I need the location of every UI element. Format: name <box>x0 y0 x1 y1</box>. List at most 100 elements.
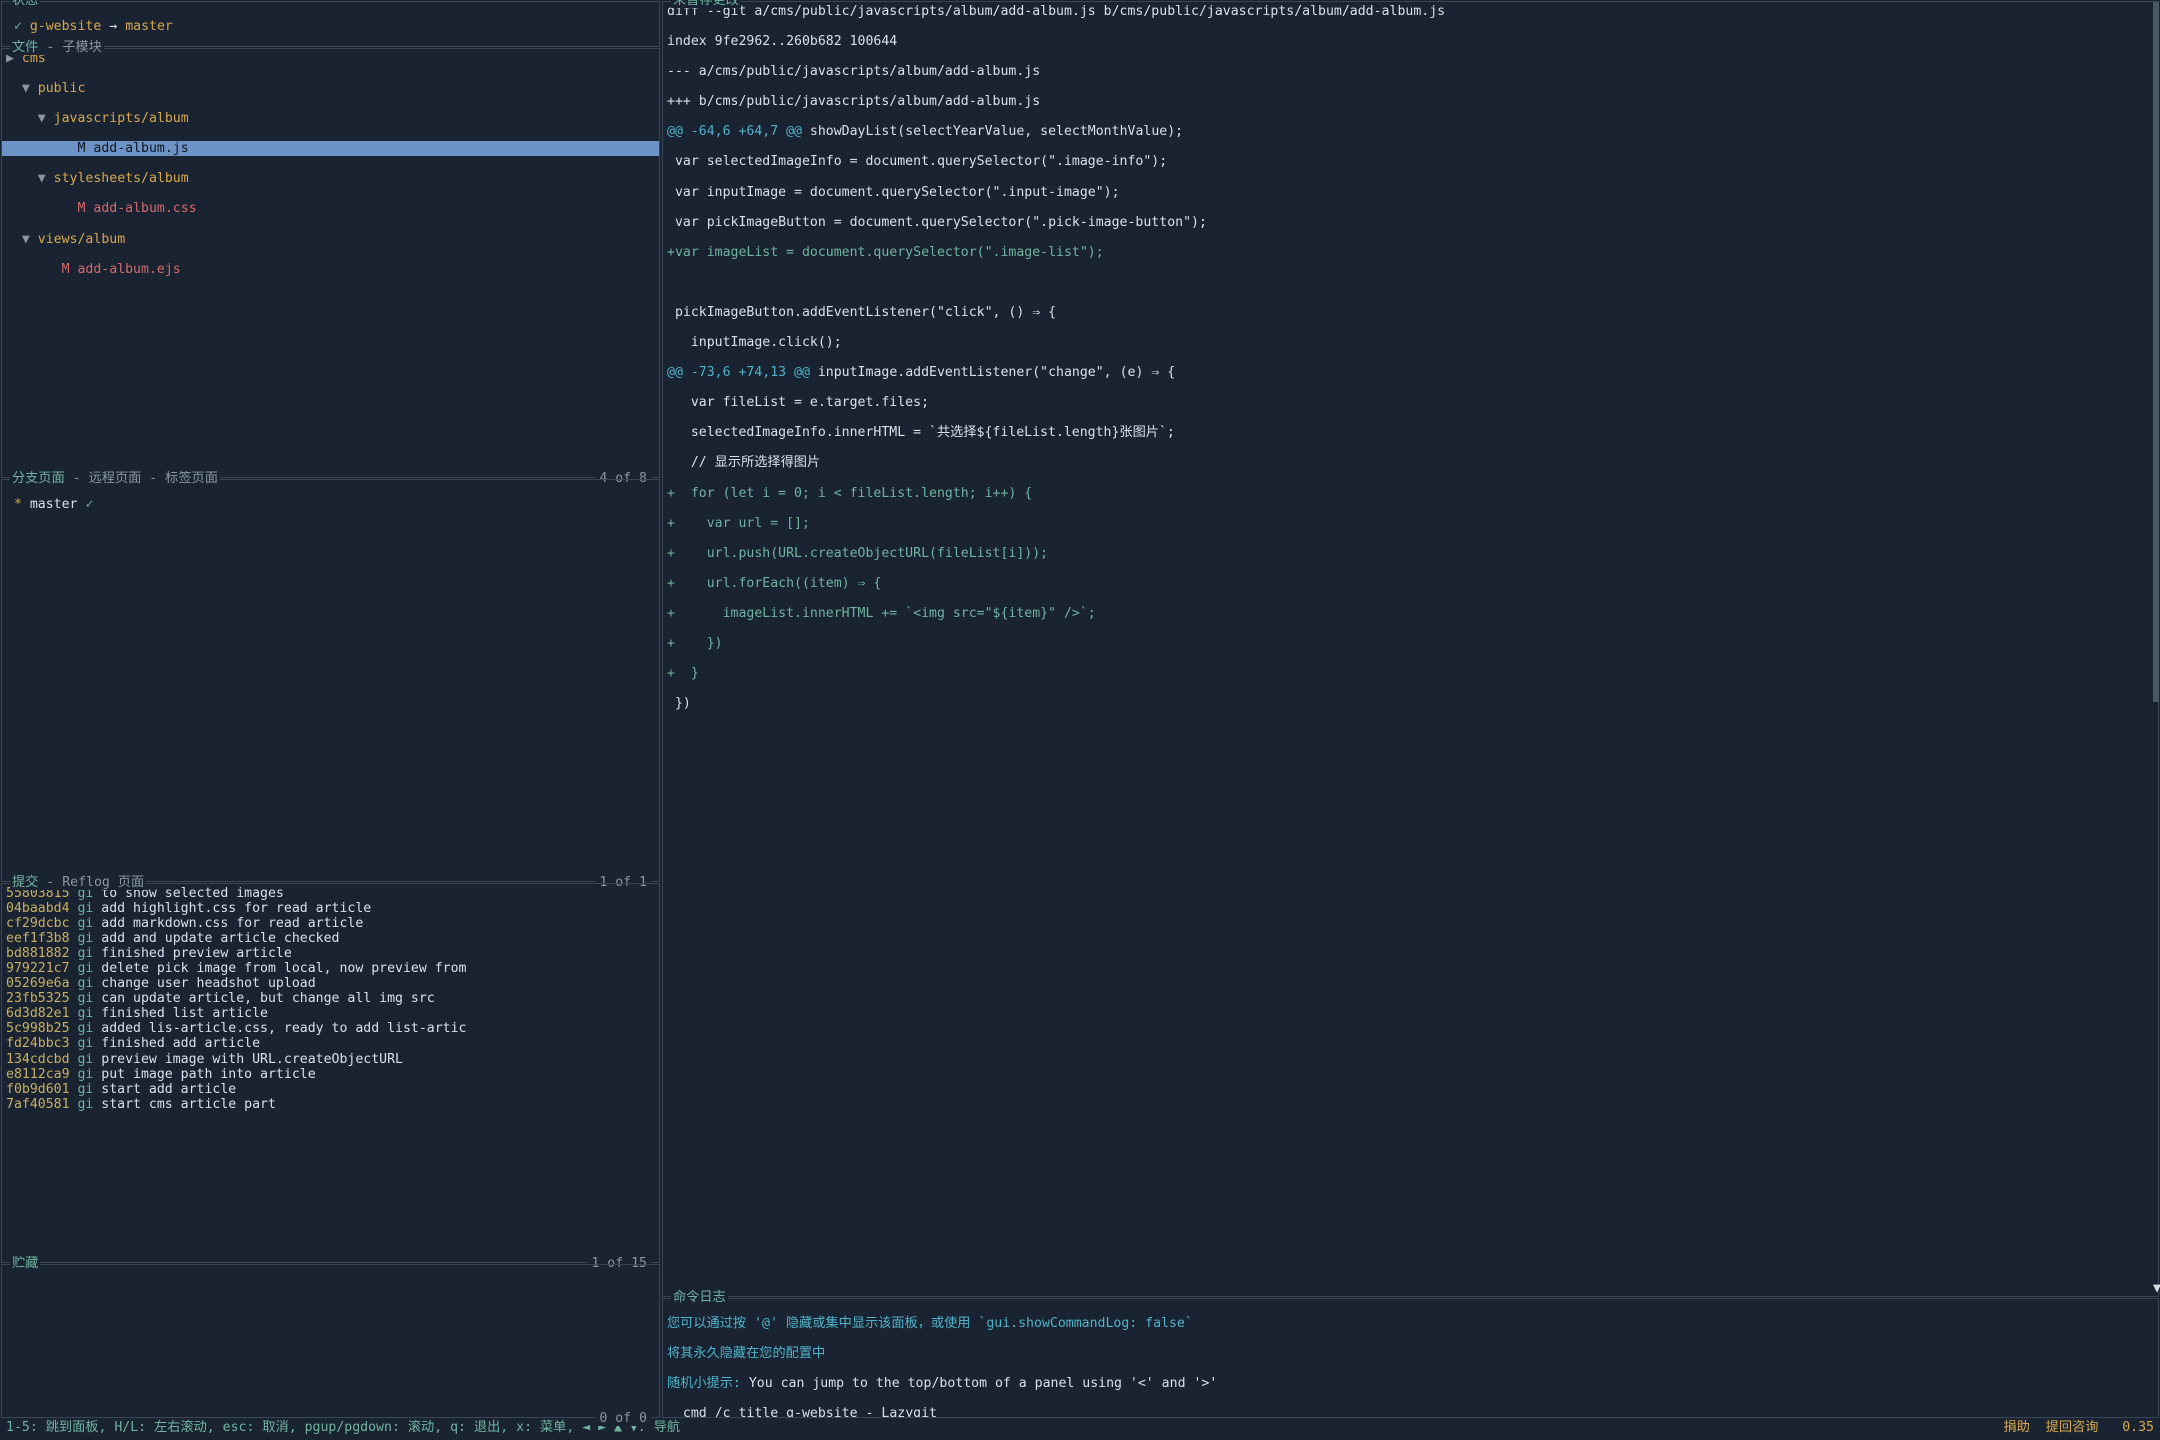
commit-row[interactable]: 134cdcbdgipreview image with URL.createO… <box>6 1052 655 1067</box>
diff-line[interactable]: diff --git a/cms/public/javascripts/albu… <box>667 4 2154 19</box>
diff-line[interactable]: var pickImageButton = document.querySele… <box>667 215 2154 230</box>
commit-message: finished list article <box>101 1006 655 1021</box>
diff-line[interactable]: +var imageList = document.querySelector(… <box>667 245 2154 260</box>
cmdlog-line-4: cmd /c title g-website - Lazygit <box>667 1406 2154 1417</box>
commit-row[interactable]: 04baabd4giadd highlight.css for read art… <box>6 901 655 916</box>
status-title: 状态 <box>10 0 40 8</box>
files-panel[interactable]: 文件 - 子模块 ▶ cms ▼ public ▼ javascripts/al… <box>1 48 660 478</box>
commit-author: gi <box>77 1052 101 1067</box>
commit-author: gi <box>77 1036 101 1051</box>
file-tree-row[interactable]: M add-album.ejs <box>6 262 655 277</box>
status-line[interactable]: ✓ g-website → master <box>6 19 655 34</box>
commit-row[interactable]: 05269e6agichange user headshot upload <box>6 976 655 991</box>
commit-row[interactable]: 6d3d82e1gifinished list article <box>6 1006 655 1021</box>
diff-line[interactable]: + imageList.innerHTML += `<img src="${it… <box>667 606 2154 621</box>
commit-hash: 5c998b25 <box>6 1021 77 1036</box>
stash-title: 贮藏 <box>10 1256 40 1271</box>
stash-panel[interactable]: 贮藏 0 of 0 <box>1 1264 660 1418</box>
file-tree-row[interactable]: M add-album.js <box>2 141 659 156</box>
command-log-title: 命令日志 <box>671 1290 728 1305</box>
commit-row[interactable]: 7af40581gistart cms article part <box>6 1097 655 1112</box>
commit-hash: 04baabd4 <box>6 901 77 916</box>
diff-line[interactable]: var inputImage = document.querySelector(… <box>667 185 2154 200</box>
commit-hash: 134cdcbd <box>6 1052 77 1067</box>
commit-hash: fd24bbc3 <box>6 1036 77 1051</box>
diff-line[interactable]: + url.push(URL.createObjectURL(fileList[… <box>667 546 2154 561</box>
diff-line[interactable]: --- a/cms/public/javascripts/album/add-a… <box>667 64 2154 79</box>
diff-line[interactable]: // 显示所选择得图片 <box>667 455 2154 470</box>
diff-panel[interactable]: 未暂存更改 diff --git a/cms/public/javascript… <box>662 1 2159 1297</box>
diff-line[interactable]: var selectedImageInfo = document.querySe… <box>667 154 2154 169</box>
diff-line[interactable]: + }) <box>667 636 2154 651</box>
commit-message: can update article, but change all img s… <box>101 991 655 1006</box>
file-tree-row[interactable]: ▼ stylesheets/album <box>6 171 655 186</box>
commit-author: gi <box>77 1082 101 1097</box>
diff-line[interactable]: @@ -73,6 +74,13 @@ inputImage.addEventLi… <box>667 365 2154 380</box>
commit-row[interactable]: e8112ca9giput image path into article <box>6 1067 655 1082</box>
commit-message: added lis-article.css, ready to add list… <box>101 1021 655 1036</box>
files-title: 文件 - 子模块 <box>10 40 104 55</box>
commit-message: preview image with URL.createObjectURL <box>101 1052 655 1067</box>
commit-author: gi <box>77 1097 101 1112</box>
diff-line[interactable]: + url.forEach((item) ⇒ { <box>667 576 2154 591</box>
commit-hash: cf29dcbc <box>6 916 77 931</box>
diff-line[interactable]: var fileList = e.target.files; <box>667 395 2154 410</box>
commit-row[interactable]: 979221c7gidelete pick image from local, … <box>6 961 655 976</box>
diff-line[interactable]: + var url = []; <box>667 516 2154 531</box>
file-tree-row[interactable]: ▼ public <box>6 81 655 96</box>
diff-line[interactable]: index 9fe2962..260b682 100644 <box>667 34 2154 49</box>
commit-author: gi <box>77 931 101 946</box>
diff-line[interactable] <box>667 275 2154 290</box>
commits-panel[interactable]: 提交 - Reflog 页面 55803815gito show selecte… <box>1 883 660 1263</box>
commit-hash: eef1f3b8 <box>6 931 77 946</box>
commit-row[interactable]: f0b9d601gistart add article <box>6 1082 655 1097</box>
diff-scroll-thumb-top[interactable] <box>2153 2 2159 702</box>
commit-hash: 23fb5325 <box>6 991 77 1006</box>
diff-line[interactable]: pickImageButton.addEventListener("click"… <box>667 305 2154 320</box>
diff-line[interactable]: }) <box>667 696 2154 711</box>
diff-line[interactable]: selectedImageInfo.innerHTML = `共选择${file… <box>667 425 2154 440</box>
commit-row[interactable]: bd881882gifinished preview article <box>6 946 655 961</box>
main-area: 状态 ✓ g-website → master 文件 - 子模块 ▶ cms ▼… <box>0 0 2160 1418</box>
commit-message: change user headshot upload <box>101 976 655 991</box>
file-tree-row[interactable]: M add-album.css <box>6 201 655 216</box>
stash-counter: 0 of 0 <box>595 1411 651 1426</box>
commit-hash: 7af40581 <box>6 1097 77 1112</box>
commit-row[interactable]: cf29dcbcgiadd markdown.css for read arti… <box>6 916 655 931</box>
file-tree-row[interactable]: ▼ views/album <box>6 232 655 247</box>
commit-author: gi <box>77 1067 101 1082</box>
cmdlog-line-2: 将其永久隐藏在您的配置中 <box>667 1346 2154 1361</box>
diff-line[interactable]: + } <box>667 666 2154 681</box>
commit-message: delete pick image from local, now previe… <box>101 961 655 976</box>
commit-row[interactable]: eef1f3b8giadd and update article checked <box>6 931 655 946</box>
help-bar: 1-5: 跳到面板, H/L: 左右滚动, esc: 取消, pgup/pgdo… <box>0 1418 2160 1440</box>
branches-panel[interactable]: 分支页面 - 远程页面 - 标签页面 * master ✓ 1 of 1 <box>1 479 660 882</box>
scroll-down-icon[interactable]: ▼ <box>2153 1281 2159 1296</box>
commit-row[interactable]: 23fb5325gican update article, but change… <box>6 991 655 1006</box>
left-column: 状态 ✓ g-website → master 文件 - 子模块 ▶ cms ▼… <box>0 0 661 1418</box>
diff-scrollbar[interactable]: ▼ <box>2153 2 2159 1296</box>
commit-author: gi <box>77 1006 101 1021</box>
cmdlog-line-1: 您可以通过按 '@' 隐藏或集中显示该面板，或使用 `gui.showComma… <box>667 1316 2154 1331</box>
commit-author: gi <box>77 961 101 976</box>
commit-hash: bd881882 <box>6 946 77 961</box>
diff-line[interactable]: + for (let i = 0; i < fileList.length; i… <box>667 486 2154 501</box>
command-log-panel[interactable]: 命令日志 您可以通过按 '@' 隐藏或集中显示该面板，或使用 `gui.show… <box>662 1298 2159 1418</box>
commit-author: gi <box>77 946 101 961</box>
commit-hash: e8112ca9 <box>6 1067 77 1082</box>
commit-message: finished add article <box>101 1036 655 1051</box>
app-root: 状态 ✓ g-website → master 文件 - 子模块 ▶ cms ▼… <box>0 0 2160 1440</box>
diff-line[interactable]: @@ -64,6 +64,7 @@ showDayList(selectYear… <box>667 124 2154 139</box>
commit-message: finished preview article <box>101 946 655 961</box>
commit-hash: f0b9d601 <box>6 1082 77 1097</box>
diff-line[interactable]: +++ b/cms/public/javascripts/album/add-a… <box>667 94 2154 109</box>
file-tree-row[interactable]: ▼ javascripts/album <box>6 111 655 126</box>
commit-message: add markdown.css for read article <box>101 916 655 931</box>
diff-line[interactable]: inputImage.click(); <box>667 335 2154 350</box>
commit-message: add highlight.css for read article <box>101 901 655 916</box>
commit-row[interactable]: 5c998b25giadded lis-article.css, ready t… <box>6 1021 655 1036</box>
commit-author: gi <box>77 1021 101 1036</box>
commit-row[interactable]: fd24bbc3gifinished add article <box>6 1036 655 1051</box>
branch-row[interactable]: * master ✓ <box>6 497 655 512</box>
commit-author: gi <box>77 991 101 1006</box>
